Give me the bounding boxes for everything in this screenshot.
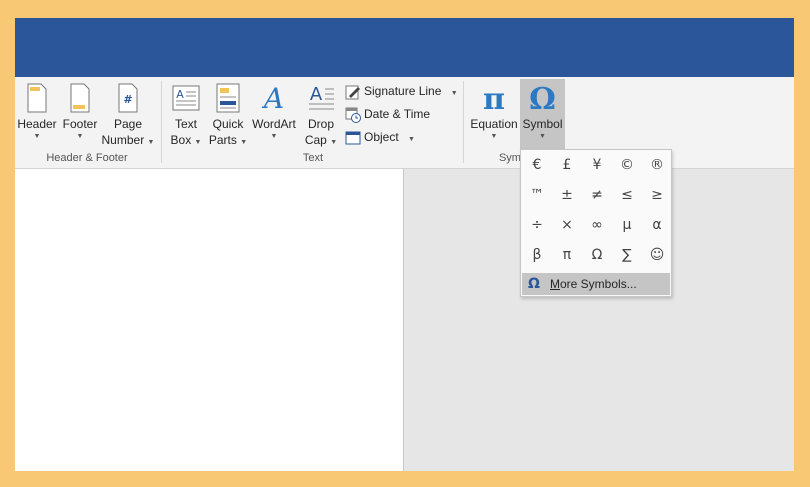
chevron-down-icon: ▼ xyxy=(76,133,84,140)
insert-ribbon: Header ▼ Footer ▼ # Page Number ▼ Header… xyxy=(15,77,794,169)
symbol-cell[interactable]: ∞ xyxy=(582,211,612,240)
quick-parts-label-2: Parts xyxy=(208,133,237,147)
svg-text:A: A xyxy=(176,88,184,101)
date-time-label: Date & Time xyxy=(364,107,431,121)
chevron-down-icon: ▼ xyxy=(194,139,202,146)
group-separator xyxy=(161,81,162,163)
quick-parts-button[interactable]: Quick Parts ▼ xyxy=(208,83,248,151)
equation-label: Equation xyxy=(470,117,518,131)
symbol-cell[interactable]: ≥ xyxy=(642,181,672,210)
chevron-down-icon: ▼ xyxy=(147,139,155,146)
symbol-cell[interactable]: € xyxy=(522,151,552,180)
symbol-cell[interactable]: ® xyxy=(642,151,672,180)
quick-parts-label-1: Quick xyxy=(212,117,244,131)
calendar-clock-icon xyxy=(345,107,361,123)
omega-icon: Ω xyxy=(528,276,540,292)
more-symbols-rest: ore Symbols... xyxy=(560,277,637,291)
document-page[interactable] xyxy=(15,169,404,471)
chevron-down-icon: ▼ xyxy=(450,90,458,97)
symbol-cell[interactable]: ¥ xyxy=(582,151,612,180)
chevron-down-icon: ▼ xyxy=(270,133,278,140)
symbol-cell[interactable]: Ω xyxy=(582,241,612,270)
date-time-button[interactable]: Date & Time xyxy=(345,105,430,123)
drop-cap-button[interactable]: A Drop Cap ▼ xyxy=(302,83,340,151)
text-box-label-1: Text xyxy=(174,117,197,131)
footer-button[interactable]: Footer ▼ xyxy=(59,83,101,142)
page-number-label-2: Number xyxy=(101,133,145,147)
object-label: Object xyxy=(364,130,399,144)
more-symbols-label: More Symbols... xyxy=(550,277,637,291)
symbol-cell[interactable]: ™ xyxy=(522,181,552,210)
symbol-cell[interactable]: β xyxy=(522,241,552,270)
pi-icon: π xyxy=(483,82,505,117)
symbol-button[interactable]: Ω Symbol ▼ xyxy=(520,83,565,142)
wordart-icon: A xyxy=(261,83,284,113)
wordart-label: WordArt xyxy=(252,117,296,131)
group-label-text: Text xyxy=(302,152,324,164)
signature-line-icon xyxy=(345,85,360,100)
word-window: Header ▼ Footer ▼ # Page Number ▼ Header… xyxy=(15,18,794,471)
symbol-cell[interactable]: © xyxy=(612,151,642,180)
chevron-down-icon: ▼ xyxy=(539,133,546,140)
object-icon xyxy=(345,131,361,145)
footer-icon xyxy=(70,83,90,113)
object-button[interactable]: Object ▼ xyxy=(345,128,415,146)
svg-text:A: A xyxy=(310,84,323,105)
page-number-button[interactable]: # Page Number ▼ xyxy=(101,83,155,151)
chevron-down-icon: ▼ xyxy=(240,139,248,146)
symbol-cell[interactable]: ∑ xyxy=(612,241,642,270)
symbol-cell[interactable]: ± xyxy=(552,181,582,210)
equation-button[interactable]: π Equation ▼ xyxy=(469,83,519,142)
symbol-cell[interactable]: π xyxy=(552,241,582,270)
more-symbols-item[interactable]: Ω More Symbols... xyxy=(522,273,670,295)
symbol-cell[interactable]: ÷ xyxy=(522,211,552,240)
footer-label: Footer xyxy=(62,117,98,131)
svg-text:A: A xyxy=(261,83,284,113)
symbol-cell[interactable]: ☺ xyxy=(642,241,672,270)
quick-parts-icon xyxy=(216,83,240,113)
symbol-cell[interactable]: ≠ xyxy=(582,181,612,210)
group-separator xyxy=(463,81,464,163)
drop-cap-label-2: Cap xyxy=(304,133,327,147)
symbol-cell[interactable]: ≤ xyxy=(612,181,642,210)
chevron-down-icon: ▼ xyxy=(33,133,41,140)
symbol-cell[interactable]: × xyxy=(552,211,582,240)
group-label-header-footer: Header & Footer xyxy=(46,152,128,164)
omega-icon: Ω xyxy=(529,82,556,117)
page-number-label-1: Page xyxy=(113,117,143,131)
symbol-cell[interactable]: α xyxy=(642,211,672,240)
title-bar xyxy=(15,18,794,77)
signature-line-button[interactable]: Signature Line ▼ xyxy=(345,82,458,100)
text-box-label-2: Box xyxy=(170,133,192,147)
wordart-button[interactable]: A WordArt ▼ xyxy=(249,83,299,142)
more-symbols-accel: M xyxy=(550,277,560,291)
svg-text:#: # xyxy=(123,93,132,106)
text-box-button[interactable]: A Text Box ▼ xyxy=(167,83,205,151)
symbol-dropdown: € £ ¥ © ® ™ ± ≠ ≤ ≥ ÷ × ∞ µ α β π Ω ∑ ☺ Ω More Symbols... xyxy=(520,149,672,297)
header-button[interactable]: Header ▼ xyxy=(16,83,58,142)
chevron-down-icon: ▼ xyxy=(330,139,338,146)
signature-line-label: Signature Line xyxy=(364,84,442,98)
text-box-icon: A xyxy=(172,85,200,111)
drop-cap-icon: A xyxy=(309,84,334,110)
drop-cap-label-1: Drop xyxy=(307,117,334,131)
header-label: Header xyxy=(17,117,57,131)
chevron-down-icon: ▼ xyxy=(490,133,498,140)
symbol-label: Symbol xyxy=(522,117,563,131)
symbol-cell[interactable]: £ xyxy=(552,151,582,180)
header-icon xyxy=(27,83,47,113)
page-number-icon: # xyxy=(118,83,138,113)
symbol-cell[interactable]: µ xyxy=(612,211,642,240)
chevron-down-icon: ▼ xyxy=(408,136,415,143)
